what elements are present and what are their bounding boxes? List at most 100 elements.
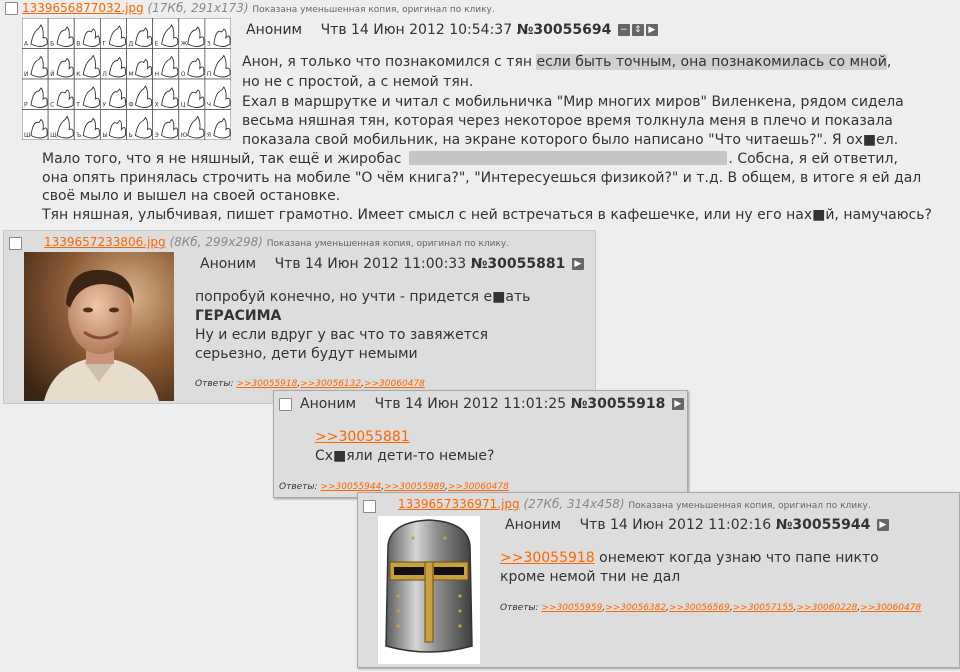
reply-post-header: Аноним Чтв 14 Июн 2012 11:00:33 №3005588… (200, 256, 584, 272)
sign-letter-label: Ж (181, 41, 188, 48)
op-file-info: 1339656877032.jpg (17Кб, 291x173) Показа… (22, 1, 495, 15)
sign-cell: Д (126, 18, 154, 49)
op-text-line: показала свой мобильник, на экране котор… (242, 132, 899, 148)
answer-link[interactable]: >>30060478 (860, 603, 921, 613)
op-text-line: Мало того, что я не няшный, так ещё и жи… (42, 151, 898, 167)
minus-icon[interactable]: − (617, 24, 630, 36)
smiling-man-image (24, 252, 174, 401)
answer-link[interactable]: >>30056569 (669, 603, 730, 613)
reply-file-link[interactable]: 1339657233806.jpg (44, 235, 166, 249)
answer-link[interactable]: >>30057155 (733, 603, 794, 613)
reply-select-checkbox[interactable] (279, 398, 292, 411)
sign-cell: Ш (22, 109, 49, 140)
reply-thumbnail[interactable] (378, 516, 480, 664)
answer-link[interactable]: >>30060478 (448, 482, 509, 492)
op-file-meta: (17Кб, 291x173) (147, 1, 249, 15)
reply-file-meta: (8Кб, 299x298) (169, 235, 263, 249)
answer-link[interactable]: >>30056382 (605, 603, 666, 613)
reply-text-line: кроме немой тни не дал (500, 569, 681, 585)
reply-post-number[interactable]: №30055881 (471, 256, 566, 272)
sign-letter-label: Ш (24, 132, 30, 139)
sign-cell: Н (152, 48, 180, 80)
play-icon[interactable]: ▶ (876, 519, 889, 531)
sign-letter-label: Ф (129, 102, 134, 109)
quote-link[interactable]: >>30055881 (315, 429, 410, 445)
reply-select-checkbox[interactable] (363, 500, 376, 513)
reply-thumbnail[interactable] (24, 252, 174, 401)
reply-quote-link[interactable]: >>30055881 (315, 429, 410, 445)
sign-letter-label: Ы (102, 132, 107, 139)
reply-file-info: 1339657336971.jpg (27Кб, 314x458) Показа… (398, 497, 871, 511)
reply-post-number[interactable]: №30055944 (776, 517, 871, 533)
reply-select-checkbox[interactable] (9, 237, 22, 250)
answer-link[interactable]: >>30055944 (320, 482, 381, 492)
sign-cell: Г (99, 18, 127, 49)
quote-link[interactable]: >>30055918 (500, 550, 595, 566)
reply-post-30055918: Аноним Чтв 14 Июн 2012 11:01:25 №3005591… (273, 390, 688, 498)
play-icon[interactable]: ▶ (571, 258, 584, 270)
sign-letter-label: Ч (207, 102, 211, 109)
op-author: Аноним (246, 22, 303, 38)
sign-cell: Ъ (73, 109, 101, 140)
reply-file-note: Показана уменьшенная копия, оригинал по … (266, 239, 510, 249)
reply-post-number[interactable]: №30055918 (571, 396, 666, 412)
sign-letter-label: Е (155, 41, 159, 48)
reply-text-line: попробуй конечно, но учти - придется е■а… (195, 289, 531, 305)
sign-cell: Ц (178, 78, 206, 110)
sign-letter-label: Л (102, 71, 107, 78)
op-text-line: Ехал в маршрутке и читал с мобильничка "… (242, 94, 904, 110)
sign-cell: У (99, 78, 127, 110)
sign-cell: Ф (126, 78, 154, 110)
sign-letter-label: С (50, 102, 54, 109)
reply-text-line: серьезно, дети будут немыми (195, 346, 418, 362)
sign-cell: А (22, 18, 49, 49)
reply-answers: Ответы: >>30055944,>>30055989,>>30060478 (279, 482, 509, 492)
reply-post-header: Аноним Чтв 14 Июн 2012 11:02:16 №3005594… (505, 517, 889, 533)
expand-icon[interactable]: ⇕ (631, 24, 644, 36)
op-file-note: Показана уменьшенная копия, оригинал по … (252, 5, 495, 15)
reply-text-line: ГЕРАСИМА (195, 308, 282, 324)
sign-letter-label: З (207, 41, 211, 48)
knight-helmet-image (385, 519, 473, 653)
answer-link[interactable]: >>30056132 (300, 379, 361, 389)
answer-link[interactable]: >>30055918 (236, 379, 297, 389)
redacted-spoiler[interactable] (409, 151, 728, 165)
sign-letter-label: Д (129, 41, 134, 48)
play-icon[interactable]: ▶ (671, 398, 684, 410)
op-file-link[interactable]: 1339656877032.jpg (22, 1, 144, 15)
reply-author: Аноним (200, 256, 257, 272)
reply-file-link[interactable]: 1339657336971.jpg (398, 497, 520, 511)
op-text-line: но не с простой, а с немой тян. (242, 74, 474, 90)
sign-cell: Б (47, 18, 75, 49)
sign-cell: В (73, 18, 101, 49)
sign-cell: О (178, 48, 206, 80)
reply-author: Аноним (300, 396, 357, 412)
op-text-segment: Мало того, что я не няшный, так ещё и жи… (42, 151, 402, 167)
sign-cell: З (204, 18, 231, 49)
reply-file-info: 1339657233806.jpg (8Кб, 299x298) Показан… (44, 235, 509, 249)
sign-letter-label: Й (50, 71, 55, 78)
sign-letter-label: Б (50, 41, 54, 48)
answers-label: Ответы: (195, 379, 234, 389)
answers-label: Ответы: (500, 603, 539, 613)
sign-alphabet-image: А Б В Г Д Е Ж З И Й К Л М Н О П Р С Т У Ф Х Ц Ч Ш Щ Ъ Ы Ь Э Ю Я (22, 18, 231, 140)
sign-letter-label: К (76, 71, 81, 78)
reply-answers: Ответы: >>30055959,>>30056382,>>30056569… (500, 603, 922, 613)
op-text-line: она опять принялась строчить на мобиле "… (42, 170, 922, 186)
reply-date: Чтв 14 Июн 2012 11:02:16 (579, 517, 772, 533)
answer-link[interactable]: >>30060478 (364, 379, 425, 389)
answer-link[interactable]: >>30060228 (797, 603, 858, 613)
sign-letter-label: Н (155, 71, 160, 78)
op-post-number[interactable]: №30055694 (517, 22, 612, 38)
sign-letter-label: М (129, 71, 134, 78)
reply-author: Аноним (505, 517, 562, 533)
answer-link[interactable]: >>30055989 (384, 482, 445, 492)
op-thumbnail[interactable]: АБ В Г Д Е Ж З И Й К Л М Н О П Р С Т У Ф Х Ц Ч Ш Щ Ъ Ы Ь Э Ю Я (22, 18, 231, 140)
reply-text-line: Ну и если вдруг у вас что то завяжется (195, 327, 489, 343)
reply-post-header: Аноним Чтв 14 Июн 2012 11:01:25 №3005591… (300, 396, 684, 412)
op-spoiler-text: если быть точным, она познакомилась со м… (536, 54, 887, 70)
op-select-checkbox[interactable] (5, 2, 18, 15)
play-icon[interactable]: ▶ (645, 24, 658, 36)
answer-link[interactable]: >>30055959 (541, 603, 602, 613)
sign-letter-label: Х (155, 102, 159, 109)
